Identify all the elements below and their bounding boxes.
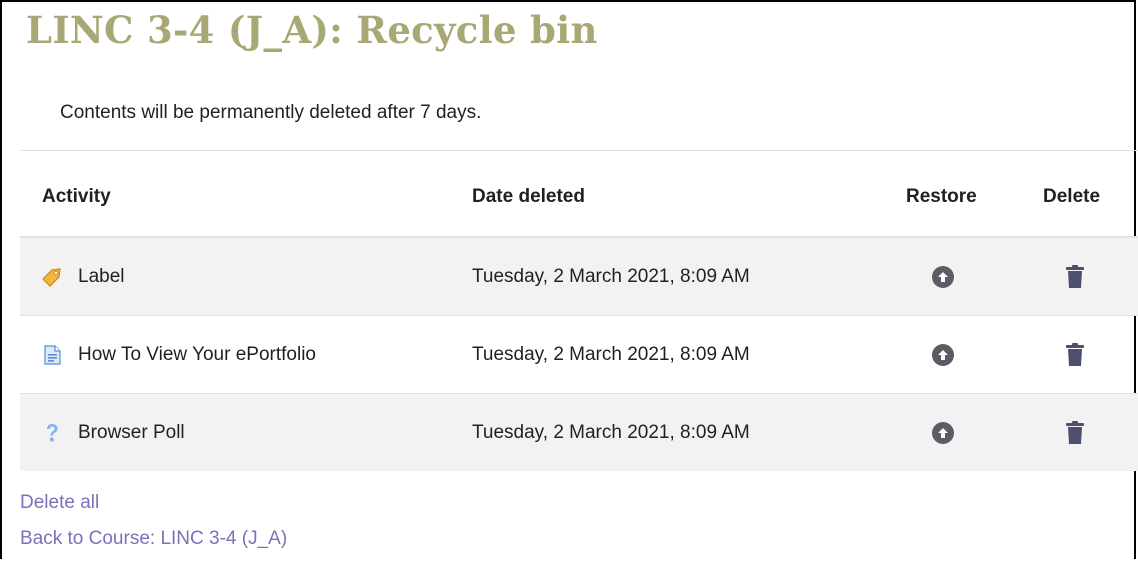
- date-deleted-cell: Tuesday, 2 March 2021, 8:09 AM: [472, 265, 750, 287]
- header-restore: Restore: [906, 186, 977, 207]
- label-tag-icon: [40, 265, 64, 289]
- delete-cell: [1060, 238, 1090, 315]
- restore-cell: [928, 316, 958, 393]
- activity-name: Browser Poll: [78, 421, 185, 443]
- table-row: Label Tuesday, 2 March 2021, 8:09 AM: [20, 238, 1138, 315]
- activity-name: How To View Your ePortfolio: [78, 343, 317, 365]
- restore-button[interactable]: [932, 343, 954, 366]
- arrow-up-icon: [938, 271, 948, 282]
- date-deleted-cell: Tuesday, 2 March 2021, 8:09 AM: [472, 343, 750, 365]
- delete-cell: [1060, 316, 1090, 393]
- header-activity[interactable]: Activity: [42, 186, 111, 208]
- question-mark-icon: [40, 421, 64, 445]
- activity-name: Label: [78, 265, 125, 287]
- trash-icon[interactable]: [1065, 264, 1085, 289]
- arrow-up-icon: [938, 427, 948, 438]
- deletion-notice: Contents will be permanently deleted aft…: [60, 102, 482, 123]
- header-delete: Delete: [1043, 186, 1101, 207]
- restore-cell: [928, 394, 958, 471]
- activity-cell: Browser Poll: [40, 394, 185, 471]
- restore-button[interactable]: [932, 265, 954, 288]
- activity-cell: Label: [40, 238, 125, 315]
- restore-button[interactable]: [932, 421, 954, 444]
- delete-cell: [1060, 394, 1090, 471]
- activity-cell: How To View Your ePortfolio: [40, 316, 316, 393]
- table-row: How To View Your ePortfolio Tuesday, 2 M…: [20, 316, 1138, 393]
- delete-all-link[interactable]: Delete all: [20, 492, 99, 514]
- table-header: Activity Date deleted Restore Delete: [20, 170, 1138, 226]
- page-title: LINC 3-4 (J_A): Recycle bin: [26, 8, 598, 52]
- date-deleted-cell: Tuesday, 2 March 2021, 8:09 AM: [472, 421, 750, 443]
- trash-icon[interactable]: [1065, 420, 1085, 445]
- page-document-icon: [40, 343, 64, 367]
- arrow-up-icon: [938, 349, 948, 360]
- trash-icon[interactable]: [1065, 342, 1085, 367]
- back-to-course-link[interactable]: Back to Course: LINC 3-4 (J_A): [20, 528, 287, 550]
- restore-cell: [928, 238, 958, 315]
- divider: [20, 150, 1138, 151]
- table-row: Browser Poll Tuesday, 2 March 2021, 8:09…: [20, 394, 1138, 471]
- header-date-deleted[interactable]: Date deleted: [472, 186, 585, 208]
